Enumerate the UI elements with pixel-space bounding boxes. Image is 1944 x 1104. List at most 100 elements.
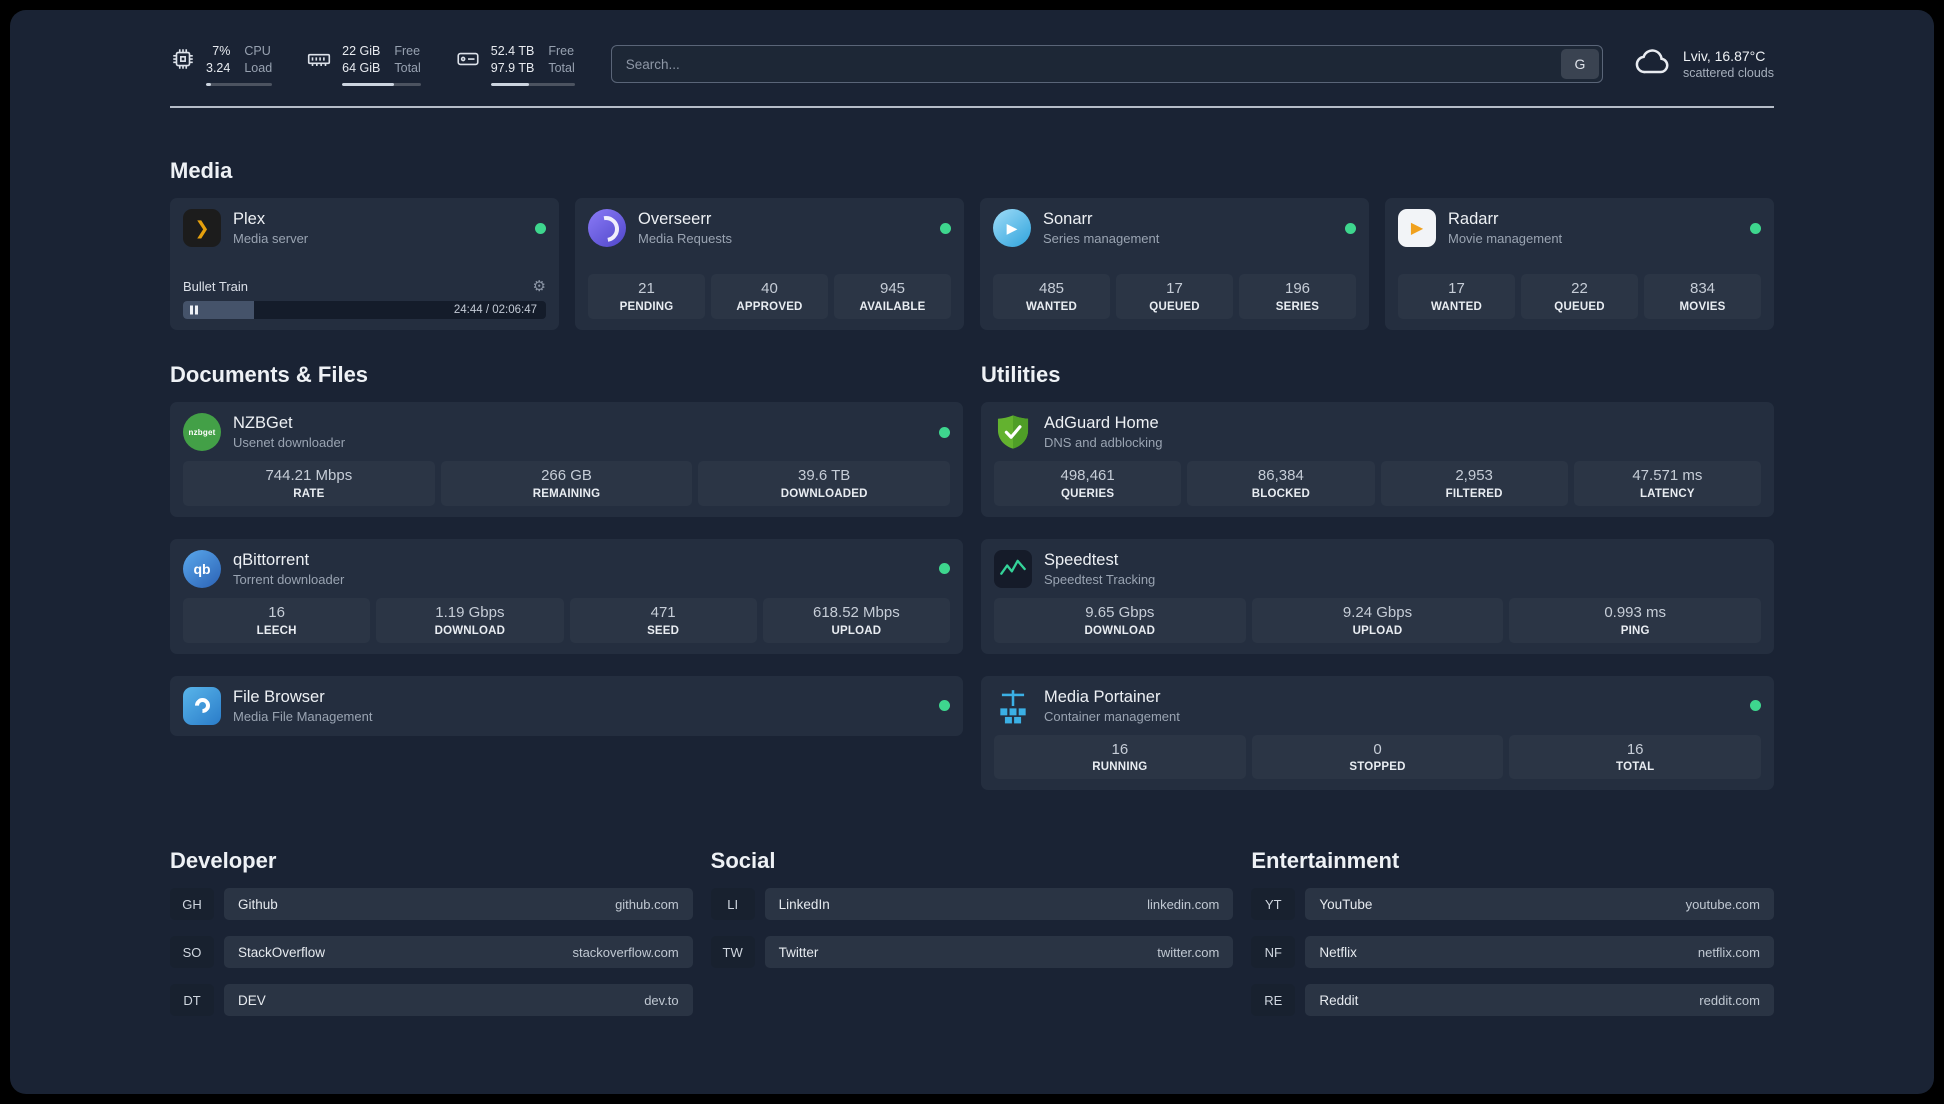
social-section-title: Social — [710, 848, 776, 874]
bookmark-netflix[interactable]: NF Netflix netflix.com — [1251, 936, 1774, 969]
dashboard-page: 7% 3.24 CPU Load 22 GiB 64 GiB Free Tota… — [10, 10, 1934, 1094]
service-card-radarr[interactable]: ▶ Radarr Movie management 17 WANTED 22 Q… — [1385, 198, 1774, 330]
bookmark-domain: linkedin.com — [1147, 896, 1220, 912]
bookmark-domain: github.com — [615, 896, 679, 912]
stat-leech: 16 LEECH — [183, 597, 371, 643]
utilities-section: Utilities AdGuard Home DNS and adblockin… — [981, 362, 1774, 791]
stat-pending: 21 PENDING — [588, 274, 705, 319]
search-engine-button[interactable]: G — [1560, 49, 1599, 79]
weather-widget: Lviv, 16.87°C scattered clouds — [1633, 42, 1774, 87]
bookmark-name: LinkedIn — [778, 896, 830, 912]
stat-upload: 618.52 Mbps UPLOAD — [762, 597, 950, 643]
stat-stopped: 0 STOPPED — [1251, 734, 1504, 780]
radarr-icon: ▶ — [1398, 209, 1436, 247]
plex-icon: ❯ — [183, 209, 221, 247]
bookmark-youtube[interactable]: YT YouTube youtube.com — [1251, 888, 1774, 921]
gear-icon[interactable]: ⚙ — [533, 279, 546, 294]
portainer-icon — [994, 687, 1032, 725]
disk-free-value: 52.4 TB — [490, 43, 535, 58]
bookmark-name: Github — [238, 896, 278, 912]
weather-location: Lviv, 16.87°C — [1682, 48, 1766, 64]
service-card-nzbget[interactable]: nzbget NZBGet Usenet downloader 744.21 M… — [170, 402, 963, 517]
bookmark-reddit[interactable]: RE Reddit reddit.com — [1251, 984, 1774, 1017]
service-title: AdGuard Home — [1044, 414, 1159, 432]
service-card-adguard[interactable]: AdGuard Home DNS and adblocking 498,461 … — [981, 402, 1774, 517]
stat-wanted: 17 WANTED — [1398, 274, 1515, 319]
filebrowser-icon — [183, 686, 221, 725]
status-dot — [939, 563, 950, 575]
service-title: Overseerr — [638, 210, 712, 228]
bookmark-name: Netflix — [1319, 944, 1357, 960]
service-title: Sonarr — [1043, 210, 1093, 228]
bookmark-domain: twitter.com — [1157, 944, 1220, 960]
service-subtitle: Media Requests — [638, 231, 732, 246]
bookmark-github[interactable]: GH Github github.com — [170, 888, 693, 921]
playback-time: 24:44 / 02:06:47 — [453, 304, 537, 316]
stat-ping: 0.993 ms PING — [1509, 597, 1762, 643]
qbittorrent-icon: qb — [183, 549, 221, 588]
service-card-speedtest[interactable]: Speedtest Speedtest Tracking 9.65 Gbps D… — [981, 538, 1774, 654]
service-title: File Browser — [233, 687, 325, 706]
status-dot — [939, 700, 950, 711]
disk-free-label: Free — [548, 43, 575, 58]
bookmarks-area: Developer GH Github github.com SO StackO… — [170, 848, 1774, 1017]
stat-blocked: 86,384 BLOCKED — [1187, 461, 1375, 506]
disk-readout: 52.4 TB 97.9 TB Free Total — [490, 43, 575, 86]
ram-icon — [306, 46, 332, 72]
ram-usage-bar — [342, 82, 421, 86]
stat-rate: 744.21 Mbps RATE — [183, 461, 435, 506]
disk-icon — [455, 46, 481, 72]
service-card-sonarr[interactable]: ▶ Sonarr Series management 485 WANTED 17… — [980, 198, 1369, 330]
search-input[interactable] — [610, 45, 1603, 83]
adguard-icon — [994, 413, 1032, 451]
service-title: Speedtest — [1044, 550, 1119, 569]
stat-downloaded: 39.6 TB DOWNLOADED — [698, 461, 951, 506]
cpu-load-value: 3.24 — [206, 61, 231, 75]
media-section-title: Media — [170, 158, 233, 183]
ram-usage-bar-fill — [342, 82, 395, 86]
ram-total-value: 64 GiB — [342, 61, 381, 75]
entertainment-section-title: Entertainment — [1251, 848, 1400, 874]
bookmark-domain: dev.to — [644, 992, 679, 1008]
service-card-overseerr[interactable]: Overseerr Media Requests 21 PENDING 40 A… — [575, 198, 964, 330]
disk-total-label: Total — [548, 61, 575, 75]
playback-progress-bar[interactable]: 24:44 / 02:06:47 — [183, 301, 546, 319]
service-subtitle: Series management — [1043, 231, 1160, 246]
stat-download: 1.19 Gbps DOWNLOAD — [376, 597, 564, 643]
sonarr-icon: ▶ — [993, 209, 1031, 247]
service-card-qbittorrent[interactable]: qb qBittorrent Torrent downloader 16 LEE… — [170, 538, 963, 654]
service-title: Radarr — [1448, 210, 1499, 228]
status-dot — [1750, 222, 1761, 234]
developer-section-title: Developer — [170, 848, 277, 874]
service-card-filebrowser[interactable]: File Browser Media File Management — [170, 675, 963, 736]
disk-usage-bar-fill — [490, 82, 530, 86]
media-section: Media ❯ Plex Media server Bullet Train ⚙ — [170, 158, 1774, 330]
service-card-plex[interactable]: ❯ Plex Media server Bullet Train ⚙ 24:44… — [170, 198, 559, 330]
pause-icon[interactable] — [190, 305, 198, 315]
nzbget-icon: nzbget — [183, 413, 221, 451]
speedtest-icon — [994, 549, 1032, 588]
bookmark-abbr: NF — [1251, 936, 1296, 969]
bookmark-abbr: YT — [1251, 888, 1296, 921]
service-card-portainer[interactable]: Media Portainer Container management 16 … — [981, 675, 1774, 791]
bookmark-domain: reddit.com — [1699, 992, 1760, 1008]
cpu-resource: 7% 3.24 CPU Load — [170, 43, 273, 86]
service-subtitle: Speedtest Tracking — [1044, 571, 1156, 587]
bookmark-linkedin[interactable]: LI LinkedIn linkedin.com — [710, 888, 1234, 921]
cpu-usage-value: 7% — [212, 43, 231, 58]
service-subtitle: Movie management — [1448, 231, 1563, 246]
bookmark-abbr: DT — [170, 984, 214, 1017]
cpu-readout: 7% 3.24 CPU Load — [206, 43, 273, 86]
bookmark-domain: stackoverflow.com — [572, 944, 679, 960]
topbar-divider — [170, 106, 1774, 108]
service-subtitle: Container management — [1044, 708, 1180, 724]
status-dot — [1750, 700, 1761, 711]
stat-queries: 498,461 QUERIES — [994, 461, 1182, 506]
resource-monitors: 7% 3.24 CPU Load 22 GiB 64 GiB Free Tota… — [170, 43, 575, 86]
bookmark-twitter[interactable]: TW Twitter twitter.com — [710, 936, 1234, 969]
bookmark-dev[interactable]: DT DEV dev.to — [170, 984, 693, 1017]
stat-series: 196 SERIES — [1239, 274, 1356, 319]
ram-free-label: Free — [394, 43, 421, 58]
bookmark-name: DEV — [238, 992, 266, 1008]
bookmark-stackoverflow[interactable]: SO StackOverflow stackoverflow.com — [170, 936, 693, 969]
